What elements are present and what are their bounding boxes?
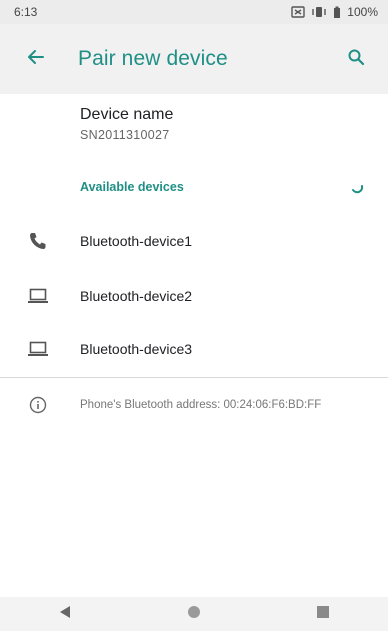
device-row-bluetooth-device1[interactable]: Bluetooth-device1: [0, 214, 388, 268]
back-button[interactable]: [8, 31, 64, 87]
laptop-icon: [10, 340, 66, 358]
device-label: Bluetooth-device3: [80, 341, 193, 357]
info-icon: [10, 396, 66, 414]
divider: [0, 377, 388, 378]
device-row-bluetooth-device2[interactable]: Bluetooth-device2: [0, 269, 388, 323]
back-triangle-icon: [59, 605, 71, 624]
search-icon: [347, 48, 365, 71]
device-label: Bluetooth-device1: [80, 233, 193, 249]
status-time: 6:13: [14, 5, 38, 19]
nav-recents-button[interactable]: [293, 597, 353, 631]
app-bar: Pair new device: [0, 24, 388, 94]
status-bar: 6:13 100%: [0, 0, 388, 24]
available-devices-title: Available devices: [80, 180, 184, 194]
device-name-item[interactable]: Device name SN2011310027: [80, 106, 360, 142]
nav-back-button[interactable]: [35, 597, 95, 631]
device-name-title: Device name: [80, 106, 174, 123]
home-circle-icon: [187, 605, 201, 624]
vibrate-icon: [311, 6, 327, 18]
device-row-bluetooth-device3[interactable]: Bluetooth-device3: [0, 322, 388, 376]
nfc-icon: [291, 6, 305, 18]
bluetooth-address-text: Phone's Bluetooth address: 00:24:06:F6:B…: [80, 399, 322, 411]
recents-square-icon: [317, 605, 330, 623]
phone-icon: [10, 231, 66, 251]
laptop-icon: [10, 287, 66, 305]
bluetooth-address-info: Phone's Bluetooth address: 00:24:06:F6:B…: [0, 390, 388, 420]
arrow-back-icon: [26, 47, 46, 72]
progress-spinner-icon: [350, 180, 364, 194]
navigation-bar: [0, 597, 388, 631]
page-title: Pair new device: [78, 47, 228, 70]
nav-home-button[interactable]: [164, 597, 224, 631]
battery-icon: [333, 6, 341, 18]
device-label: Bluetooth-device2: [80, 288, 193, 304]
search-button[interactable]: [332, 35, 380, 83]
available-devices-header: Available devices: [0, 172, 388, 202]
status-icons: 100%: [291, 5, 378, 19]
battery-percent: 100%: [347, 5, 378, 19]
device-name-value: SN2011310027: [80, 128, 170, 142]
